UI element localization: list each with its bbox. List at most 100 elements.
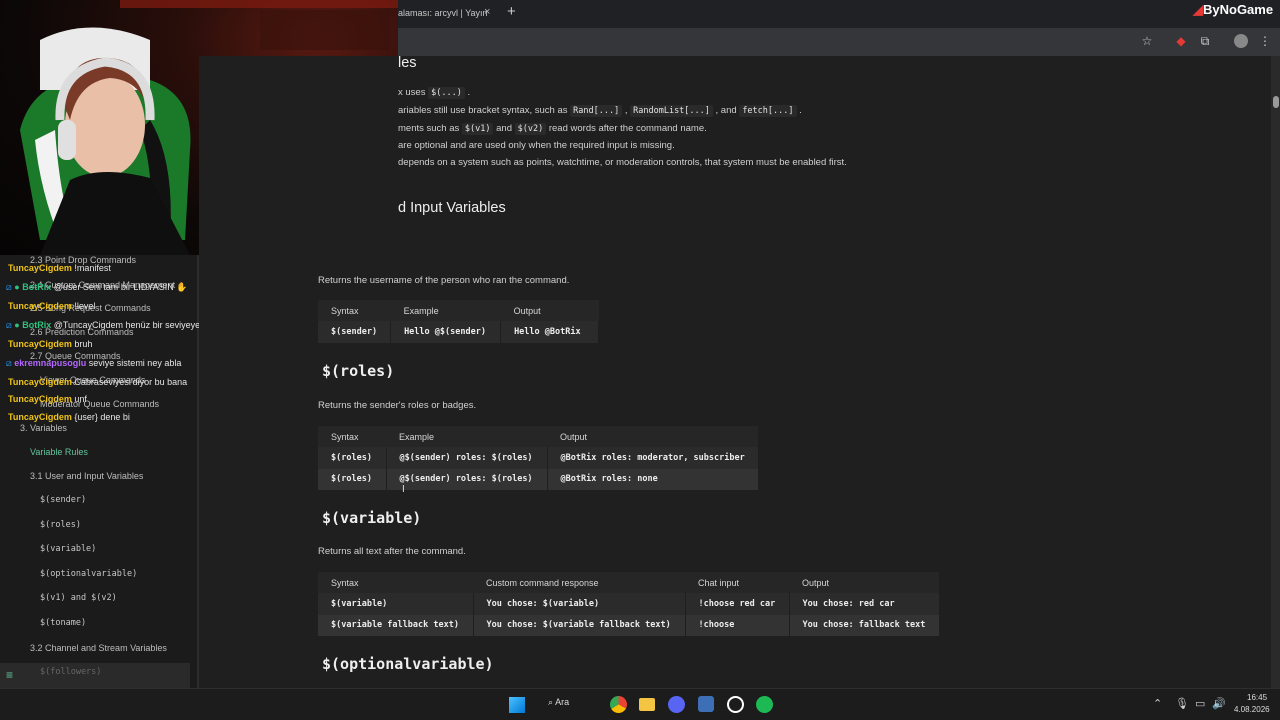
verified-badge-icon: ● [14, 320, 20, 330]
chat-text: !level [74, 301, 96, 311]
rule-line: ariables still use bracket syntax, such … [398, 105, 802, 117]
display-icon[interactable]: ▭ [1195, 697, 1205, 710]
emote-icon: ✋ [176, 282, 188, 292]
rule-text: , [622, 105, 631, 116]
roles-heading: $(roles) [322, 362, 395, 380]
discord-icon[interactable] [668, 696, 685, 713]
rule-text: ariables still use bracket syntax, such … [398, 105, 571, 116]
variable-table: Syntax Custom command response Chat inpu… [318, 572, 940, 636]
chat-message: TuncayCigdem unf [8, 394, 87, 404]
rule-line: depends on a system such as points, watc… [398, 157, 847, 168]
chat-text: unf [74, 394, 87, 404]
nav-variable-rules[interactable]: Variable Rules [30, 447, 88, 457]
profile-avatar-icon[interactable] [1234, 34, 1248, 48]
rule-line: are optional and are used only when the … [398, 140, 675, 151]
nav-toname[interactable]: $(toname) [40, 618, 86, 628]
browser-menu-icon[interactable]: ⋮ [1258, 34, 1272, 48]
table-row: $(sender) Hello @$(sender) Hello @BotRix [318, 321, 600, 343]
chat-username: TuncayCigdem [8, 377, 72, 387]
moderator-badge-icon: ⧄ [6, 358, 12, 368]
table-cell: $(variable) [318, 593, 474, 615]
nav-optionalvariable[interactable]: $(optionalvariable) [40, 569, 137, 579]
rule-text: . [464, 87, 471, 98]
rule-text: , and [712, 105, 740, 116]
rule-text: read words after the command name. [546, 123, 707, 134]
table-cell: !choose red car [685, 593, 790, 615]
windows-start-icon[interactable] [509, 697, 525, 713]
chat-message: TuncayCigdem !manifest [8, 263, 111, 273]
nav-channel-stream-variables[interactable]: 3.2 Channel and Stream Variables [30, 643, 167, 653]
nav-variable[interactable]: $(variable) [40, 544, 96, 554]
app-icon[interactable] [698, 696, 714, 712]
table-cell: $(sender) [318, 321, 392, 343]
scrollbar-thumb[interactable] [1273, 96, 1279, 108]
chat-username: TuncayCigdem [8, 394, 72, 404]
microphone-icon[interactable]: 🎙 [1175, 697, 1189, 710]
table-cell: $(roles) [318, 447, 387, 469]
extension-red-icon[interactable]: ◆ [1174, 34, 1188, 48]
steelseries-icon[interactable] [727, 696, 744, 713]
table-row: $(roles) @$(sender) roles: $(roles) @Bot… [318, 468, 759, 490]
search-icon: ⌕ [548, 697, 554, 707]
rule-text: are optional and are used only when the … [398, 140, 675, 151]
extensions-puzzle-icon[interactable]: ⧉ [1198, 34, 1212, 48]
table-row: $(roles) @$(sender) roles: $(roles) @Bot… [318, 447, 759, 469]
page-scrollbar[interactable] [1271, 56, 1280, 688]
chat-text: !manifest [74, 263, 111, 273]
taskbar-search[interactable]: ⌕ Ara [548, 697, 569, 708]
chat-text: {user} dene bi [74, 412, 130, 422]
table-header-row: Syntax Example Output [318, 300, 599, 321]
clock-date[interactable]: 4.08.2026 [1234, 705, 1270, 714]
roles-description: Returns the sender's roles or badges. [318, 400, 477, 411]
chat-username: BotRix [22, 282, 52, 292]
table-header-row: Syntax Custom command response Chat inpu… [318, 572, 939, 593]
text-cursor-icon: I [402, 484, 405, 495]
rule-code: fetch[...] [739, 105, 797, 117]
table-cell: @$(sender) roles: $(roles) [386, 447, 548, 469]
bynogame-logo-mark: ◢ [1193, 2, 1203, 17]
moderator-badge-icon: ⧄ [6, 320, 12, 330]
hamburger-menu-icon[interactable]: ≡ [6, 668, 13, 682]
nav-sender[interactable]: $(sender) [40, 495, 86, 505]
nav-followers[interactable]: $(followers) [40, 667, 101, 677]
nav-user-input-variables[interactable]: 3.1 User and Input Variables [30, 471, 143, 481]
chrome-icon[interactable] [610, 696, 627, 713]
table-cell: You chose: red car [789, 593, 940, 615]
table-cell: !choose [685, 614, 790, 636]
table-row: $(variable) You chose: $(variable) !choo… [318, 593, 940, 615]
variable-description: Returns all text after the command. [318, 546, 466, 557]
chat-message: ⧄ ekremnapusoglu seviye sistemi ney abla [6, 358, 181, 369]
chat-username: TuncayCigdem [8, 301, 72, 311]
chat-message: ⧄ ● BotRix @user Seni tanı bir LIDYASIN … [6, 282, 187, 293]
tray-chevron-icon[interactable]: ⌃ [1153, 697, 1162, 710]
nav-roles[interactable]: $(roles) [40, 520, 81, 530]
nav-v1-v2[interactable]: $(v1) and $(v2) [40, 593, 117, 603]
rule-text: ments such as [398, 123, 462, 134]
volume-icon[interactable]: 🔊 [1212, 697, 1226, 710]
clock-time[interactable]: 16:45 [1247, 693, 1267, 702]
table-header: Syntax [318, 426, 386, 447]
file-explorer-icon[interactable] [639, 698, 655, 711]
spotify-icon[interactable] [756, 696, 773, 713]
new-tab-icon[interactable]: + [507, 3, 516, 20]
tab-title[interactable]: alaması: arcyvl | Yayın [398, 8, 488, 18]
table-cell: You chose: $(variable) [473, 593, 686, 615]
table-header: Output [500, 300, 599, 321]
bookmark-star-icon[interactable]: ☆ [1140, 34, 1154, 48]
chat-text: Cabraseviyesi'diyor bu bana [74, 377, 188, 387]
table-header: Output [547, 426, 759, 447]
tab-close-icon[interactable]: × [484, 6, 490, 18]
table-row: $(variable fallback text) You chose: $(v… [318, 614, 940, 636]
table-cell: You chose: fallback text [789, 614, 940, 636]
chat-username: TuncayCigdem [8, 263, 72, 273]
sender-description: Returns the username of the person who r… [318, 275, 570, 286]
table-header: Example [390, 300, 501, 321]
rule-code: $(v1) [461, 123, 494, 135]
bynogame-logo: ◢ByNoGame [1193, 2, 1273, 18]
sidebar-footer-bar: ≡ $(followers) [0, 663, 190, 688]
chat-username: TuncayCigdem [8, 339, 72, 349]
search-label: Ara [555, 697, 570, 707]
nav-variables[interactable]: 3. Variables [20, 423, 67, 433]
table-cell: @BotRix roles: none [547, 468, 759, 490]
table-cell: $(roles) [318, 468, 387, 490]
